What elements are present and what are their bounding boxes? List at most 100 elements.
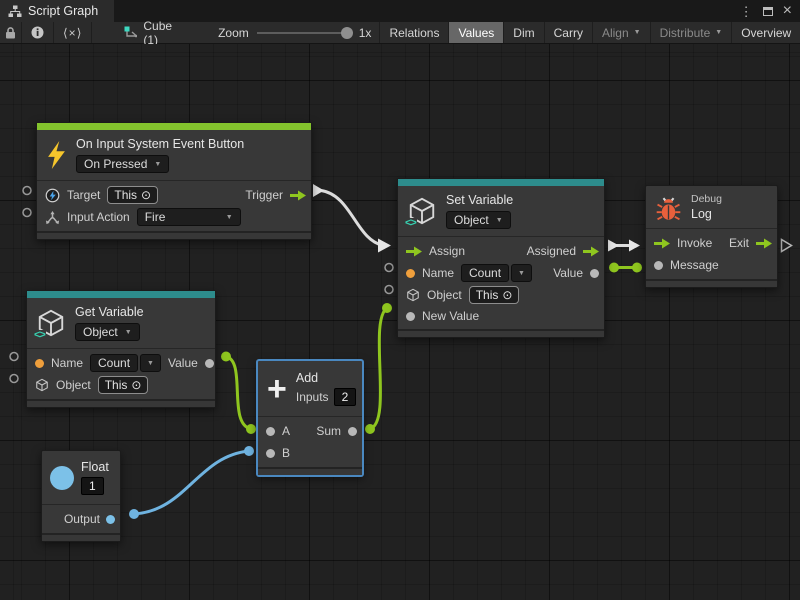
unconnected-port[interactable]: [385, 286, 393, 294]
node-title: Set Variable: [446, 193, 513, 207]
wire-float-to-add-b[interactable]: [134, 451, 249, 514]
assign-port-icon[interactable]: [406, 246, 422, 257]
unconnected-port[interactable]: [10, 353, 18, 361]
value-port[interactable]: [205, 359, 214, 368]
script-graph-window: Script Graph ⋮ ×: [0, 0, 800, 600]
zoom-slider[interactable]: [257, 32, 351, 34]
assigned-output-port[interactable]: [608, 240, 619, 252]
wire-endpoint-dot: [246, 424, 256, 434]
wire-endpoint-dot: [244, 446, 254, 456]
float-literal-icon: [50, 466, 74, 490]
carry-button[interactable]: Carry: [545, 22, 593, 43]
maximize-icon[interactable]: [763, 7, 773, 16]
value-port[interactable]: [590, 269, 599, 278]
code-preview-toggle[interactable]: ⟨×⟩: [54, 22, 92, 43]
new-value-label: New Value: [422, 309, 479, 323]
lock-button[interactable]: [0, 22, 22, 43]
message-port[interactable]: [654, 261, 663, 270]
b-port[interactable]: [266, 449, 275, 458]
variable-category-bar: [398, 179, 604, 186]
values-button[interactable]: Values: [449, 22, 504, 43]
message-label: Message: [670, 258, 719, 272]
event-type-dropdown[interactable]: On Pressed ▼: [76, 155, 169, 173]
a-label: A: [282, 424, 290, 438]
node-debug-log[interactable]: Debug Log Invoke Exit: [645, 185, 778, 288]
overview-button[interactable]: Overview: [732, 22, 800, 43]
variable-cube-icon: <>: [36, 308, 66, 338]
node-set-variable[interactable]: <> Set Variable Object ▼: [397, 178, 605, 338]
variable-name-dropdown[interactable]: Count ▼: [461, 264, 532, 282]
a-port[interactable]: [266, 427, 275, 436]
node-on-input-event[interactable]: On Input System Event Button On Pressed …: [36, 122, 312, 240]
assigned-label: Assigned: [527, 244, 576, 258]
name-port[interactable]: [406, 269, 415, 278]
more-menu-icon[interactable]: ⋮: [740, 5, 753, 18]
name-label: Name: [51, 356, 83, 370]
relations-button[interactable]: Relations: [379, 22, 449, 43]
target-this-button[interactable]: This ⊙: [107, 186, 158, 204]
exit-output-port[interactable]: [782, 240, 792, 252]
lightning-icon: [46, 141, 67, 169]
wire-endpoint-dot: [609, 263, 619, 273]
node-title: Float: [81, 460, 109, 474]
float-value-field[interactable]: 1: [81, 477, 104, 495]
node-add[interactable]: + Add Inputs 2 A Sum B: [257, 360, 363, 476]
output-row: Output: [42, 508, 120, 530]
info-icon: [31, 26, 44, 39]
variable-kind-dropdown[interactable]: Object ▼: [75, 323, 140, 341]
wire-sum-to-newvalue[interactable]: [370, 308, 387, 429]
align-button[interactable]: Align ▼: [593, 22, 651, 43]
b-label: B: [282, 446, 290, 460]
value-label: Value: [553, 266, 583, 280]
input-action-dropdown[interactable]: Fire ▼: [137, 208, 241, 226]
chevron-down-icon: ▼: [226, 214, 233, 221]
name-port[interactable]: [35, 359, 44, 368]
dim-button[interactable]: Dim: [504, 22, 544, 43]
invoke-row: Invoke Exit: [646, 232, 777, 254]
gameobject-cube-icon: [406, 288, 420, 302]
node-title: Add: [296, 371, 318, 385]
inputs-label: Inputs: [296, 390, 329, 404]
unconnected-port[interactable]: [10, 375, 18, 383]
invoke-port-icon[interactable]: [654, 238, 670, 249]
tab-script-graph[interactable]: Script Graph: [0, 0, 114, 22]
inputs-count-field[interactable]: 2: [334, 388, 357, 406]
node-get-variable[interactable]: <> Get Variable Object ▼ Name Count ▼: [26, 290, 216, 408]
self-target-icon: ⊙: [502, 289, 512, 301]
new-value-row: New Value: [398, 306, 604, 326]
unconnected-port[interactable]: [23, 209, 31, 217]
graph-canvas[interactable]: On Input System Event Button On Pressed …: [0, 44, 800, 600]
node-float[interactable]: Float 1 Output: [41, 450, 121, 542]
close-icon[interactable]: ×: [783, 3, 792, 19]
graph-context-label[interactable]: Cube (1): [114, 22, 182, 43]
info-button[interactable]: [22, 22, 54, 43]
wire-getvariable-to-add-a[interactable]: [226, 357, 251, 430]
object-this-button[interactable]: This ⊙: [98, 376, 149, 394]
chevron-down-icon: ▼: [715, 29, 722, 36]
zoom-slider-handle[interactable]: [341, 27, 353, 39]
unconnected-port[interactable]: [385, 264, 393, 272]
target-label: Target: [67, 188, 100, 202]
wire-trigger-to-assign[interactable]: [321, 191, 384, 246]
unconnected-port[interactable]: [23, 187, 31, 195]
graph-node-icon: [124, 26, 137, 39]
zoom-value: 1x: [359, 26, 372, 40]
exit-port-icon[interactable]: [756, 238, 772, 249]
object-this-button[interactable]: This ⊙: [469, 286, 520, 304]
assigned-port-icon[interactable]: [583, 246, 599, 257]
wire-endpoint-dot: [382, 303, 392, 313]
trigger-port-icon[interactable]: [290, 190, 306, 201]
output-port[interactable]: [106, 515, 115, 524]
wire-endpoint-dot: [632, 263, 642, 273]
distribute-button[interactable]: Distribute ▼: [651, 22, 733, 43]
variable-kind-dropdown[interactable]: Object ▼: [446, 211, 511, 229]
node-footer: [646, 279, 777, 287]
object-label: Object: [56, 378, 91, 392]
a-sum-row: A Sum: [258, 420, 362, 442]
zoom-control: Zoom 1x: [210, 22, 379, 43]
variable-name-dropdown[interactable]: Count ▼: [90, 354, 161, 372]
object-row: Object This ⊙: [27, 374, 215, 396]
new-value-port[interactable]: [406, 312, 415, 321]
trigger-output-port[interactable]: [313, 184, 324, 197]
sum-port[interactable]: [348, 427, 357, 436]
